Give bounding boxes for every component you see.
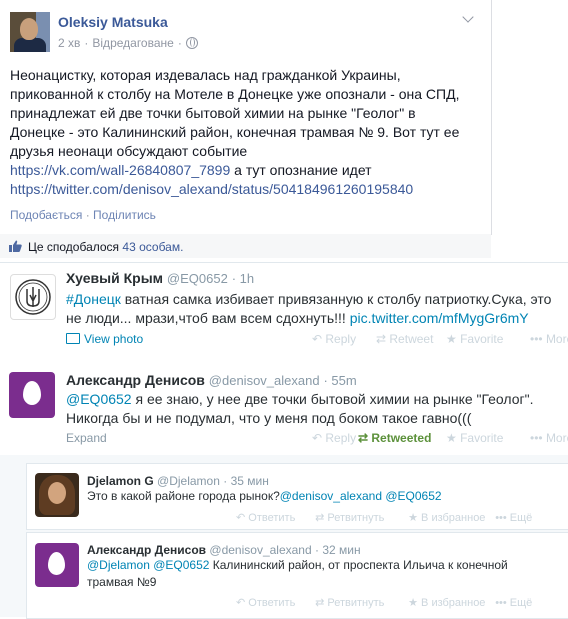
retweet-button[interactable]: ⇄ Retweet [376, 332, 446, 346]
globe-icon[interactable] [185, 37, 198, 49]
tweet-text: Это в какой районе города рынок?@denisov… [87, 489, 442, 503]
favorite-button[interactable]: ★ В избранное [408, 511, 492, 524]
mention-link[interactable]: @Djelamon [87, 558, 150, 572]
post-time[interactable]: 2 хв [58, 36, 80, 50]
tweet-author[interactable]: Djelamon G @Djelamon · 35 мин [87, 474, 269, 488]
pic-link[interactable]: pic.twitter.com/mfMygGr6mY [350, 310, 529, 326]
mention-link[interactable]: @EQ0652 [153, 558, 209, 572]
tweet-time[interactable]: 35 мин [231, 474, 269, 488]
trident-emblem-icon[interactable] [10, 274, 56, 320]
reply-button[interactable]: ↶ Reply [312, 332, 376, 346]
author-name[interactable]: Oleksiy Matsuka [58, 14, 168, 30]
post-actions: Подобається · Поділитись [10, 208, 156, 222]
tweet-time[interactable]: 55m [331, 373, 356, 388]
vk-link[interactable]: https://vk.com/wall-26840807_7899 [10, 162, 230, 178]
retweet-button[interactable]: ⇄ Ретвитнуть [315, 596, 405, 609]
egg-avatar[interactable] [35, 543, 79, 587]
likes-count-link[interactable]: 43 особам. [122, 240, 183, 254]
tweet-author[interactable]: Александр Денисов @denisov_alexand · 55m [66, 372, 357, 388]
mention-link[interactable]: @EQ0652 [66, 391, 132, 407]
more-button[interactable]: ••• Ещё [495, 597, 532, 609]
view-photo-link[interactable]: View photo [66, 332, 143, 346]
like-link[interactable]: Подобається [10, 208, 82, 222]
reply-button[interactable]: ↶ Ответить [236, 596, 312, 609]
tweet-handle: @EQ0652 [166, 271, 228, 286]
more-button[interactable]: ••• Ещё [495, 512, 532, 524]
tweet-actions: ↶ Reply ⇄ Retweeted ★ Favorite ••• More [312, 431, 568, 445]
tweet-time[interactable]: 1h [240, 271, 254, 286]
tweet-text: @Djelamon @EQ0652 Калининский район, от … [87, 558, 508, 589]
reply-button[interactable]: ↶ Reply [312, 431, 358, 445]
likes-summary: Це сподобалося 43 особам. [28, 240, 184, 254]
retweeted-button[interactable]: ⇄ Retweeted [358, 431, 446, 445]
tweet-author[interactable]: Александр Денисов @denisov_alexand · 32 … [87, 543, 361, 557]
favorite-button[interactable]: ★ В избранное [408, 596, 492, 609]
tweet-handle: @denisov_alexand [209, 543, 312, 557]
tweet-handle: @Djelamon [157, 474, 220, 488]
post-text: Неонацистку, которая издевалась над граж… [10, 67, 460, 197]
favorite-button[interactable]: ★ Favorite [446, 431, 530, 445]
more-button[interactable]: ••• More [530, 332, 568, 346]
tweet-actions: ↶ Ответить ⇄ Ретвитнуть ★ В избранное ••… [236, 511, 532, 524]
tweet-time[interactable]: 32 мин [322, 543, 360, 557]
expand-link[interactable]: Expand [66, 431, 107, 445]
retweet-button[interactable]: ⇄ Ретвитнуть [315, 511, 405, 524]
tweet-text: @EQ0652 я ее знаю, у нее две точки бытов… [66, 391, 534, 426]
hashtag-link[interactable]: #Донецк [66, 291, 121, 307]
mention-link[interactable]: @EQ0652 [385, 489, 441, 503]
egg-avatar[interactable] [9, 372, 55, 418]
tweet-handle: @denisov_alexand [208, 373, 320, 388]
share-link[interactable]: Поділитись [93, 208, 156, 222]
favorite-button[interactable]: ★ Favorite [446, 332, 530, 346]
more-button[interactable]: ••• More [530, 431, 568, 445]
reply-button[interactable]: ↶ Ответить [236, 511, 312, 524]
chevron-down-icon[interactable] [461, 12, 475, 26]
post-meta: 2 хв · Відредаговане · [58, 36, 198, 50]
twitter-link[interactable]: https://twitter.com/denisov_alexand/stat… [10, 181, 413, 197]
thumbs-up-icon [9, 240, 22, 252]
tweet-actions: ↶ Ответить ⇄ Ретвитнуть ★ В избранное ••… [236, 596, 532, 609]
edited-label[interactable]: Відредаговане [92, 36, 173, 50]
author-avatar[interactable] [10, 12, 50, 52]
tweet-author[interactable]: Хуевый Крым @EQ0652 · 1h [66, 270, 254, 286]
user-avatar[interactable] [35, 473, 79, 517]
tweet-text: #Донецк ватная самка избивает привязанну… [66, 291, 552, 326]
tweet-actions: ↶ Reply ⇄ Retweet ★ Favorite ••• More [312, 332, 568, 346]
photo-icon [66, 333, 80, 344]
mention-link[interactable]: @denisov_alexand [280, 489, 382, 503]
